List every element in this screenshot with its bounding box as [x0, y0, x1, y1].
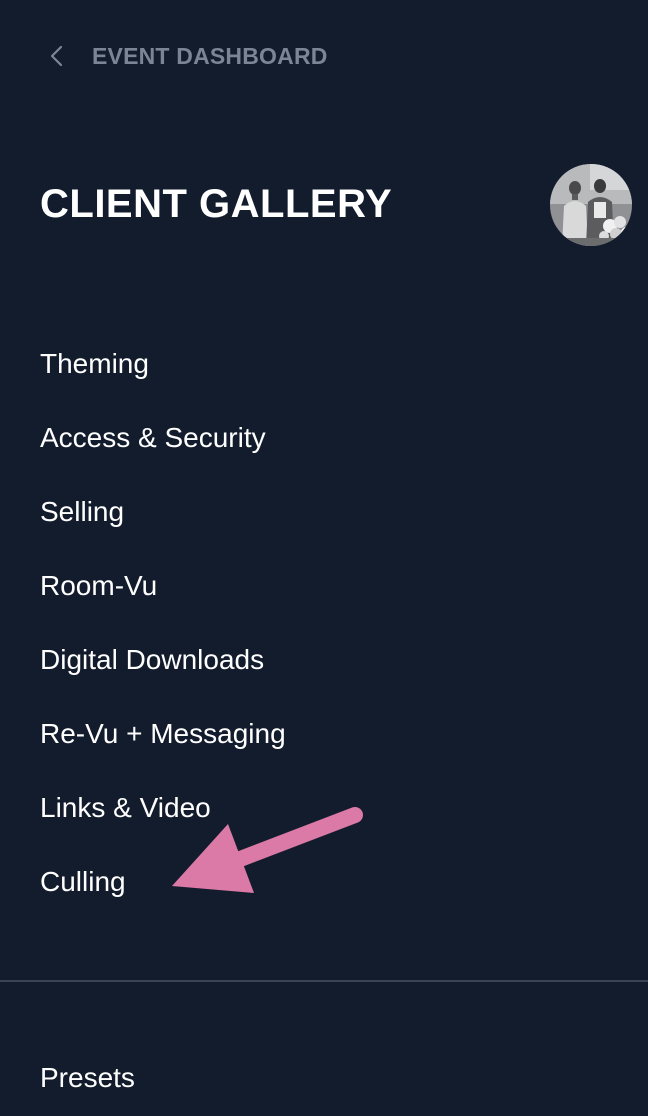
menu-item-theming[interactable]: Theming	[40, 336, 286, 410]
menu-item-culling[interactable]: Culling	[40, 854, 286, 928]
menu-item-access-security[interactable]: Access & Security	[40, 410, 286, 484]
menu-item-digital-downloads[interactable]: Digital Downloads	[40, 632, 286, 706]
menu-item-presets[interactable]: Presets	[40, 1050, 135, 1106]
menu-item-re-vu-messaging[interactable]: Re-Vu + Messaging	[40, 706, 286, 780]
section-divider	[0, 980, 648, 982]
avatar[interactable]	[550, 164, 632, 246]
menu-item-links-video[interactable]: Links & Video	[40, 780, 286, 854]
back-to-event-dashboard-link[interactable]: EVENT DASHBOARD	[40, 38, 328, 74]
page-title: CLIENT GALLERY	[40, 182, 393, 226]
menu-item-room-vu[interactable]: Room-Vu	[40, 558, 286, 632]
gallery-settings-menu: Theming Access & Security Selling Room-V…	[40, 336, 286, 928]
menu-item-selling[interactable]: Selling	[40, 484, 286, 558]
back-link-label: EVENT DASHBOARD	[92, 42, 328, 69]
chevron-left-icon	[46, 44, 70, 68]
